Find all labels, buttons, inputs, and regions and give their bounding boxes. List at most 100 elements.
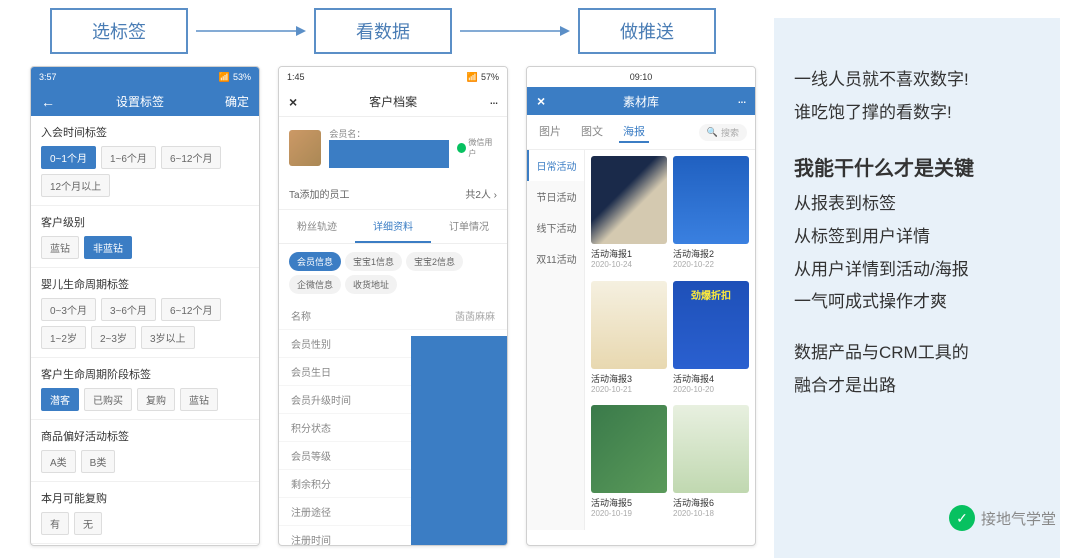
poster-thumbnail (591, 405, 667, 493)
text-line: 数据产品与CRM工具的 (794, 339, 1040, 368)
tag-chip[interactable]: 1~6个月 (101, 146, 156, 169)
menu-icon[interactable]: ··· (737, 93, 745, 109)
tag-chip[interactable]: 有 (41, 512, 69, 535)
header-bar: × 素材库 ··· (527, 87, 755, 115)
tag-chip[interactable]: 无 (74, 512, 102, 535)
tag-chip[interactable]: 已购买 (84, 388, 132, 411)
header-bar: × 客户档案 ··· (279, 87, 507, 117)
poster-thumbnail (673, 156, 749, 244)
info-pill[interactable]: 宝宝1信息 (345, 252, 402, 271)
battery-label: 57% (481, 72, 499, 82)
material-tab[interactable]: 海报 (619, 121, 649, 143)
tag-chip[interactable]: 潜客 (41, 388, 79, 411)
section-label: 客户级别 (41, 214, 249, 230)
watermark: ✓ 接地气学堂 (949, 505, 1056, 531)
phone-customer-profile: 1:45 📶 57% × 客户档案 ··· 会员名： 微信用户 Ta添加的员工 (278, 66, 508, 546)
profile-tab[interactable]: 粉丝轨迹 (279, 210, 355, 243)
poster-thumbnail: 劲爆折扣 (673, 281, 749, 369)
tag-chip[interactable]: 蓝钻 (180, 388, 218, 411)
close-icon[interactable]: × (289, 94, 297, 110)
member-name-label: 会员名： (329, 129, 365, 139)
phone-material-library: 09:10 × 素材库 ··· 图片图文海报 🔍 搜索 日常活动节日活动线下活动… (526, 66, 756, 546)
poster-card[interactable]: 活动海报62020-10-18 (673, 405, 749, 524)
tag-section: 客户生命周期阶段标签潜客已购买复购蓝钻 (31, 358, 259, 420)
poster-grid: 活动海报12020-10-24活动海报22020-10-22活动海报32020-… (585, 150, 755, 530)
arrow-icon (460, 25, 570, 37)
tag-section: 婴儿生命周期标签 0~3个月3~6个月6~12个月 1~2岁2~3岁3岁以上 (31, 268, 259, 358)
confirm-button[interactable]: 确定 (225, 93, 249, 110)
avatar (289, 130, 321, 166)
header-title: 客户档案 (369, 93, 417, 110)
time-label: 3:57 (39, 72, 57, 82)
staff-row[interactable]: Ta添加的员工 共2人 › (279, 178, 507, 210)
close-icon[interactable]: × (537, 93, 545, 109)
info-pill[interactable]: 宝宝2信息 (406, 252, 463, 271)
tag-section: 商品偏好活动标签A类B类 (31, 420, 259, 482)
profile-tab[interactable]: 订单情况 (431, 210, 507, 243)
category-item[interactable]: 线下活动 (527, 212, 584, 243)
arrow-icon (196, 25, 306, 37)
material-tab[interactable]: 图片 (535, 121, 565, 143)
search-input[interactable]: 🔍 搜索 (699, 124, 747, 141)
tag-chip[interactable]: 6~12个月 (161, 146, 222, 169)
header-title: 设置标签 (116, 93, 164, 110)
info-row: 名称菡菡麻麻 (279, 302, 507, 330)
back-icon[interactable]: ← (41, 94, 55, 110)
redacted-block (411, 336, 507, 546)
commentary-panel: 一线人员就不喜欢数字! 谁吃饱了撑的看数字! 我能干什么才是关键 从报表到标签 … (774, 18, 1060, 558)
tag-chip[interactable]: 非蓝钻 (84, 236, 132, 259)
menu-icon[interactable]: ··· (489, 94, 497, 110)
section-label: 入会时间标签 (41, 124, 249, 140)
signal-icon: 📶 (467, 72, 478, 83)
poster-card[interactable]: 劲爆折扣活动海报42020-10-20 (673, 281, 749, 400)
tag-chip[interactable]: 3~6个月 (101, 298, 156, 321)
info-pill[interactable]: 收货地址 (345, 275, 397, 294)
wechat-badge: 微信用户 (457, 137, 497, 159)
tag-chip[interactable]: 1~2岁 (41, 326, 86, 349)
material-tab[interactable]: 图文 (577, 121, 607, 143)
text-line: 从报表到标签 (794, 190, 1040, 219)
tag-chip[interactable]: 复购 (137, 388, 175, 411)
poster-card[interactable]: 活动海报52020-10-19 (591, 405, 667, 524)
text-line: 一线人员就不喜欢数字! (794, 66, 1040, 95)
search-icon: 🔍 (707, 127, 718, 138)
category-item[interactable]: 双11活动 (527, 243, 584, 274)
tag-chip[interactable]: A类 (41, 450, 76, 473)
tag-chip[interactable]: 0~1个月 (41, 146, 96, 169)
category-sidebar: 日常活动节日活动线下活动双11活动 (527, 150, 585, 530)
section-label: 客户生命周期阶段标签 (41, 366, 249, 382)
wechat-logo-icon: ✓ (949, 505, 975, 531)
tag-chip[interactable]: 2~3岁 (91, 326, 136, 349)
status-bar: 09:10 (527, 67, 755, 87)
profile-tabs: 粉丝轨迹详细资料订单情况 (279, 210, 507, 244)
tag-section: 客户级别蓝钻非蓝钻 (31, 206, 259, 268)
tag-chip[interactable]: 0~3个月 (41, 298, 96, 321)
text-line: 一气呵成式操作才爽 (794, 288, 1040, 317)
step-select-tags: 选标签 (50, 8, 188, 54)
tag-chip[interactable]: 6~12个月 (161, 298, 222, 321)
tag-chip[interactable]: 3岁以上 (141, 326, 195, 349)
section-label: 婴儿生命周期标签 (41, 276, 249, 292)
tag-section: 3个月内有投诉标签有无 (31, 544, 259, 546)
poster-card[interactable]: 活动海报12020-10-24 (591, 156, 667, 275)
info-pill[interactable]: 会员信息 (289, 252, 341, 271)
profile-tab[interactable]: 详细资料 (355, 210, 431, 243)
text-line: 从标签到用户详情 (794, 223, 1040, 252)
poster-thumbnail (673, 405, 749, 493)
poster-thumbnail (591, 156, 667, 244)
info-pill[interactable]: 企微信息 (289, 275, 341, 294)
category-item[interactable]: 节日活动 (527, 181, 584, 212)
category-item[interactable]: 日常活动 (527, 150, 584, 181)
text-line: 融合才是出路 (794, 372, 1040, 401)
poster-card[interactable]: 活动海报32020-10-21 (591, 281, 667, 400)
tag-section: 本月可能复购有无 (31, 482, 259, 544)
profile-card: 会员名： 微信用户 (279, 117, 507, 178)
tag-chip[interactable]: 12个月以上 (41, 174, 110, 197)
time-label: 1:45 (287, 72, 305, 82)
poster-card[interactable]: 活动海报22020-10-22 (673, 156, 749, 275)
tag-chip[interactable]: B类 (81, 450, 116, 473)
tag-section: 入会时间标签 0~1个月1~6个月6~12个月 12个月以上 (31, 116, 259, 206)
step-view-data: 看数据 (314, 8, 452, 54)
text-emphasis: 我能干什么才是关键 (794, 152, 1040, 186)
tag-chip[interactable]: 蓝钻 (41, 236, 79, 259)
